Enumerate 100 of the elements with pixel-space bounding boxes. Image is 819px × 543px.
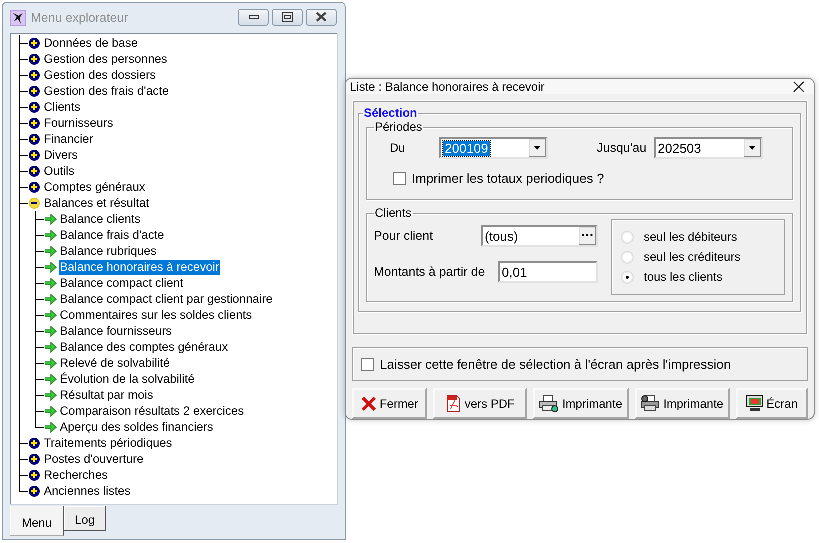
expand-icon[interactable] bbox=[29, 438, 40, 448]
arrow-icon bbox=[45, 278, 57, 288]
expand-icon[interactable] bbox=[29, 118, 40, 128]
checkbox[interactable] bbox=[361, 358, 374, 370]
tree-item[interactable]: Évolution de la solvabilité bbox=[59, 372, 196, 386]
period-dropdown[interactable]: 202503 bbox=[654, 137, 763, 159]
print-button[interactable]: Imprimante bbox=[634, 388, 730, 419]
collapse-icon[interactable] bbox=[29, 198, 40, 208]
expand-icon[interactable] bbox=[29, 102, 40, 112]
tree-item[interactable]: Gestion des personnes bbox=[43, 52, 168, 66]
dialog-title: Liste : Balance honoraires à recevoir bbox=[350, 80, 546, 94]
arrow-icon bbox=[45, 262, 57, 272]
print-button[interactable]: Imprimante bbox=[533, 388, 629, 419]
expand-icon[interactable] bbox=[29, 150, 40, 160]
tree-item[interactable]: Balance rubriques bbox=[59, 244, 158, 258]
printer-icon bbox=[640, 395, 661, 412]
tree-item[interactable]: Balance frais d'acte bbox=[59, 228, 166, 242]
tree-item[interactable]: Recherches bbox=[43, 468, 110, 482]
expand-icon[interactable] bbox=[29, 470, 40, 480]
arrow-icon bbox=[45, 358, 57, 368]
arrow-icon bbox=[45, 230, 57, 240]
group-title: Périodes bbox=[374, 120, 424, 134]
expand-icon[interactable] bbox=[29, 86, 40, 96]
tree-item[interactable]: Traitements périodiques bbox=[43, 436, 174, 450]
field-label: Montants à partir de bbox=[374, 265, 486, 279]
x-icon bbox=[360, 396, 377, 412]
expand-icon[interactable] bbox=[29, 134, 40, 144]
monitor-icon bbox=[746, 395, 764, 412]
pdf-file-icon bbox=[446, 394, 462, 412]
tree-item[interactable]: Outils bbox=[43, 164, 76, 178]
tree-item[interactable]: Balance compact client par gestionnaire bbox=[59, 292, 274, 306]
close-button[interactable]: Fermer bbox=[352, 388, 428, 419]
tree-item[interactable]: Comptes généraux bbox=[43, 180, 146, 194]
tab[interactable]: Log bbox=[64, 506, 106, 531]
pdf-button[interactable]: vers PDF bbox=[433, 388, 528, 419]
tree-item[interactable]: Données de base bbox=[43, 36, 140, 50]
arrow-icon bbox=[45, 390, 57, 400]
tree-item[interactable]: Aperçu des soldes financiers bbox=[59, 420, 214, 434]
close-icon bbox=[316, 12, 327, 22]
close-button[interactable] bbox=[792, 80, 806, 94]
checkbox-label: Imprimer les totaux periodiques ? bbox=[412, 171, 604, 186]
expand-icon[interactable] bbox=[29, 54, 40, 64]
tree-item[interactable]: Relevé de solvabilité bbox=[59, 356, 172, 370]
radio-label: seul les débiteurs bbox=[644, 230, 738, 244]
tree-item[interactable]: Financier bbox=[43, 132, 94, 146]
tree-item[interactable]: Balance des comptes généraux bbox=[59, 340, 230, 354]
radio-label: tous les clients bbox=[644, 270, 723, 284]
screen-button[interactable]: Écran bbox=[736, 388, 808, 419]
arrow-icon bbox=[45, 310, 57, 320]
maximize-icon bbox=[282, 12, 293, 22]
radio-button[interactable] bbox=[622, 272, 633, 282]
tree-item[interactable]: Comparaison résultats 2 exercices bbox=[59, 404, 246, 418]
client-field[interactable]: (tous) ··· bbox=[481, 225, 598, 247]
app-icon bbox=[10, 10, 26, 26]
tree-item[interactable]: Gestion des dossiers bbox=[43, 68, 158, 82]
tree-item[interactable]: Clients bbox=[43, 100, 82, 114]
tree-item[interactable]: Gestion des frais d'acte bbox=[43, 84, 170, 98]
period-dropdown[interactable]: 200109 bbox=[439, 137, 548, 159]
radio-label: seul les créditeurs bbox=[644, 250, 741, 264]
arrow-icon bbox=[45, 374, 57, 384]
printer-icon bbox=[539, 395, 560, 412]
tree-item[interactable]: Commentaires sur les soldes clients bbox=[59, 308, 254, 322]
group-title: Sélection bbox=[363, 106, 418, 120]
tree-item[interactable]: Postes d'ouverture bbox=[43, 452, 145, 466]
tree-item[interactable]: Balances et résultat bbox=[43, 196, 150, 210]
amount-field[interactable]: 0,01 bbox=[498, 261, 598, 283]
window-title: Menu explorateur bbox=[31, 11, 130, 25]
caret-icon bbox=[748, 146, 757, 150]
close-button[interactable] bbox=[306, 8, 337, 26]
expand-icon[interactable] bbox=[29, 486, 40, 496]
checkbox[interactable] bbox=[393, 172, 406, 185]
field-label: Du bbox=[390, 141, 406, 155]
field-value: (tous) bbox=[484, 228, 520, 245]
arrow-icon bbox=[45, 294, 57, 304]
field-label: Pour client bbox=[374, 229, 434, 243]
tree-item[interactable]: Balance clients bbox=[59, 212, 142, 226]
expand-icon[interactable] bbox=[29, 70, 40, 80]
tree-item[interactable]: Balance honoraires à recevoir bbox=[59, 260, 220, 274]
tree-item[interactable]: Anciennes listes bbox=[43, 484, 132, 498]
minimize-icon bbox=[248, 15, 258, 19]
tree-item[interactable]: Fournisseurs bbox=[43, 116, 114, 130]
tree-item[interactable]: Résultat par mois bbox=[59, 388, 154, 402]
browse-button[interactable]: ··· bbox=[579, 227, 596, 245]
arrow-icon bbox=[45, 214, 57, 224]
expand-icon[interactable] bbox=[29, 38, 40, 48]
tree-item[interactable]: Balance fournisseurs bbox=[59, 324, 174, 338]
radio-button[interactable] bbox=[622, 252, 633, 262]
minimize-button[interactable] bbox=[238, 8, 269, 26]
tab[interactable]: Menu bbox=[10, 506, 64, 536]
expand-icon[interactable] bbox=[29, 182, 40, 192]
arrow-icon bbox=[45, 406, 57, 416]
arrow-icon bbox=[45, 422, 57, 432]
expand-icon[interactable] bbox=[29, 166, 40, 176]
maximize-button[interactable] bbox=[272, 8, 303, 26]
checkbox-label: Laisser cette fenêtre de sélection à l'écran après l'impression bbox=[380, 356, 732, 372]
tree-item[interactable]: Balance compact client bbox=[59, 276, 184, 290]
tree-item[interactable]: Divers bbox=[43, 148, 80, 162]
arrow-icon bbox=[45, 342, 57, 352]
radio-button[interactable] bbox=[622, 232, 633, 242]
expand-icon[interactable] bbox=[29, 454, 40, 464]
